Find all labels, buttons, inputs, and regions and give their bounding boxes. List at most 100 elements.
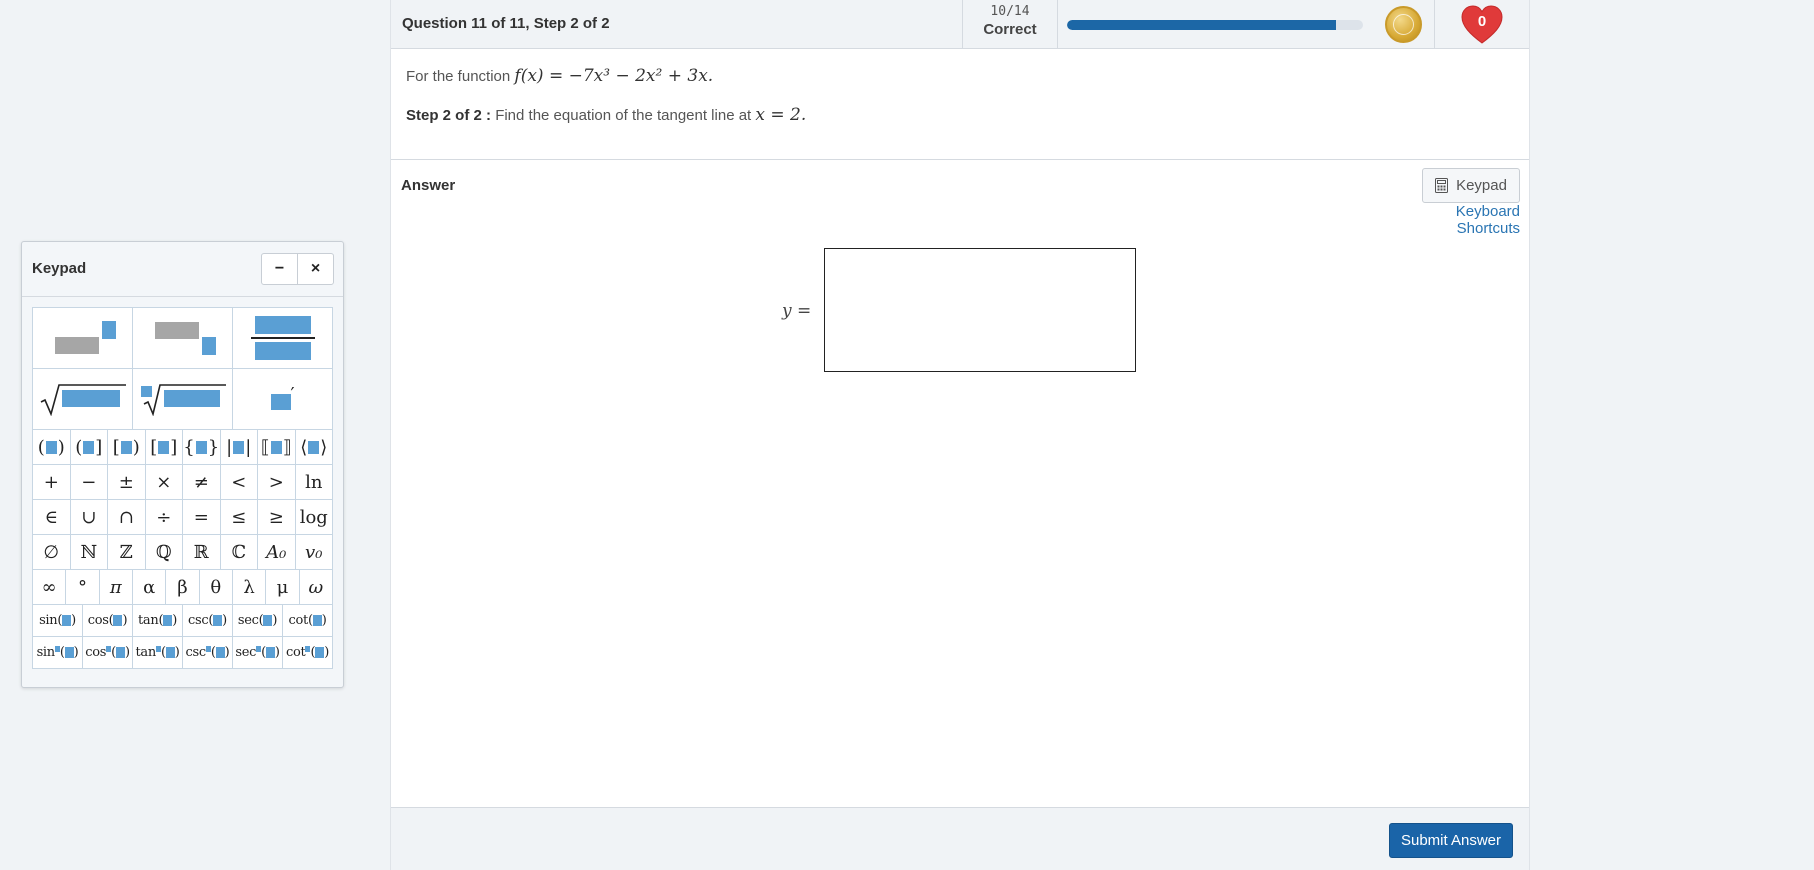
step-label: Step 2 of 2 :: [406, 107, 492, 124]
key-union[interactable]: ∪: [69, 499, 108, 535]
key-times[interactable]: ×: [144, 464, 183, 500]
keypad-minimize-button[interactable]: −: [261, 253, 298, 285]
key-integers[interactable]: ℤ: [107, 534, 146, 570]
heart-count: 0: [1477, 13, 1487, 30]
key-sec-power[interactable]: sec(): [232, 636, 283, 669]
key-cot-power[interactable]: cot(): [282, 636, 333, 669]
keypad-title: Keypad: [32, 260, 87, 277]
answer-input[interactable]: [824, 248, 1136, 372]
coin-icon[interactable]: [1385, 6, 1422, 43]
key-cot[interactable]: cot(): [282, 604, 333, 637]
question-step-line: Step 2 of 2 : Find the equation of the t…: [406, 105, 806, 125]
key-reals[interactable]: ℝ: [182, 534, 221, 570]
key-not-equal[interactable]: ≠: [182, 464, 221, 500]
trig-label: tan: [135, 645, 156, 660]
key-paren-open-closed[interactable]: (]: [69, 429, 108, 465]
key-square-root[interactable]: [32, 368, 133, 430]
key-csc-power[interactable]: csc(): [182, 636, 233, 669]
key-theta[interactable]: θ: [198, 569, 233, 605]
trig-label: sec: [235, 645, 257, 660]
score-cell: 10/14 Correct: [962, 0, 1058, 49]
keypad-toggle-button[interactable]: Keypad: [1422, 168, 1520, 203]
key-pi[interactable]: π: [98, 569, 133, 605]
key-intersection[interactable]: ∩: [107, 499, 146, 535]
sqrt-icon: [40, 384, 126, 416]
key-superscript[interactable]: [32, 307, 133, 369]
keypad-operators-row: + − ± × ≠ < > ln: [32, 464, 333, 500]
key-rationals[interactable]: ℚ: [144, 534, 183, 570]
key-element-of[interactable]: ∈: [32, 499, 71, 535]
key-paren-open-open[interactable]: (): [32, 429, 71, 465]
trig-label: tan: [137, 613, 159, 628]
key-double-bracket[interactable]: ⟦ ⟧: [257, 429, 296, 465]
progress-bar: [1067, 20, 1363, 30]
key-tan-power[interactable]: tan(): [132, 636, 183, 669]
keypad-number-sets-row: ∅ ℕ ℤ ℚ ℝ ℂ A₀ v₀: [32, 534, 333, 570]
key-plus[interactable]: +: [32, 464, 71, 500]
answer-label: Answer: [401, 177, 456, 194]
key-greater-equal[interactable]: ≥: [257, 499, 296, 535]
key-alpha[interactable]: α: [131, 569, 167, 605]
key-nth-root[interactable]: [132, 368, 233, 430]
question-panel: Question 11 of 11, Step 2 of 2 10/14 Cor…: [390, 0, 1530, 870]
key-ln[interactable]: ln: [294, 464, 333, 500]
question-title: Question 11 of 11, Step 2 of 2: [402, 15, 610, 32]
key-subscript[interactable]: [132, 307, 233, 369]
key-v-sub-zero[interactable]: v₀: [294, 534, 333, 570]
key-brace[interactable]: {}: [182, 429, 221, 465]
trig-label: cot: [288, 613, 309, 628]
keypad-trig-power-row: sin() cos() tan() csc() sec() cot(): [32, 636, 333, 669]
key-a-sub-zero[interactable]: A₀: [257, 534, 296, 570]
key-beta[interactable]: β: [165, 569, 200, 605]
tangent-point: x = 2.: [755, 105, 807, 125]
keypad-window[interactable]: Keypad − × ′ () (] [) [] {} | | ⟦ ⟧…: [21, 241, 344, 688]
key-mu[interactable]: μ: [265, 569, 300, 605]
coin-inner-ring: [1393, 14, 1414, 35]
trig-label: csc: [185, 645, 207, 660]
key-sec[interactable]: sec(): [232, 604, 283, 637]
key-degree[interactable]: °: [65, 569, 100, 605]
key-cos[interactable]: cos(): [82, 604, 133, 637]
key-greater-than[interactable]: >: [257, 464, 296, 500]
key-cos-power[interactable]: cos(): [82, 636, 133, 669]
footer-bar: Submit Answer: [391, 807, 1529, 870]
trig-label: csc: [188, 613, 209, 628]
key-empty-set[interactable]: ∅: [32, 534, 71, 570]
key-paren-closed-open[interactable]: [): [107, 429, 146, 465]
key-less-equal[interactable]: ≤: [219, 499, 258, 535]
key-lambda[interactable]: λ: [231, 569, 267, 605]
keypad-close-button[interactable]: ×: [297, 253, 334, 285]
key-angle-bracket[interactable]: ⟨ ⟩: [294, 429, 333, 465]
key-sin-power[interactable]: sin(): [32, 636, 83, 669]
key-log[interactable]: log: [294, 499, 333, 535]
keypad-root-row: ′: [32, 368, 333, 430]
submit-answer-button[interactable]: Submit Answer: [1389, 823, 1513, 858]
key-infinity[interactable]: ∞: [32, 569, 67, 605]
question-intro: For the function: [406, 68, 511, 85]
key-less-than[interactable]: <: [219, 464, 258, 500]
key-tan[interactable]: tan(): [132, 604, 183, 637]
key-naturals[interactable]: ℕ: [69, 534, 108, 570]
question-intro-line: For the function f(x) = −7x³ − 2x² + 3x.: [406, 66, 713, 86]
key-bracket[interactable]: []: [144, 429, 183, 465]
keyboard-shortcuts-link[interactable]: Keyboard Shortcuts: [1390, 203, 1520, 237]
key-absolute-value[interactable]: | |: [219, 429, 258, 465]
key-prime[interactable]: ′: [232, 368, 333, 430]
key-omega[interactable]: ω: [298, 569, 333, 605]
function-expression: f(x) = −7x³ − 2x² + 3x.: [514, 66, 714, 86]
trig-label: sin: [39, 613, 58, 628]
score-fraction: 10/14: [990, 4, 1030, 19]
key-fraction[interactable]: [232, 307, 333, 369]
key-plus-minus[interactable]: ±: [107, 464, 146, 500]
key-minus[interactable]: −: [69, 464, 108, 500]
trig-label: cos: [85, 645, 107, 660]
keypad-divider: [22, 296, 343, 297]
key-sin[interactable]: sin(): [32, 604, 83, 637]
keypad-greek-row: ∞ ° π α β θ λ μ ω: [32, 569, 333, 605]
key-complex[interactable]: ℂ: [219, 534, 258, 570]
key-divide[interactable]: ÷: [144, 499, 183, 535]
key-equals[interactable]: =: [182, 499, 221, 535]
step-instruction: Find the equation of the tangent line at: [495, 107, 752, 124]
keypad-template-row: [32, 307, 333, 369]
key-csc[interactable]: csc(): [182, 604, 233, 637]
